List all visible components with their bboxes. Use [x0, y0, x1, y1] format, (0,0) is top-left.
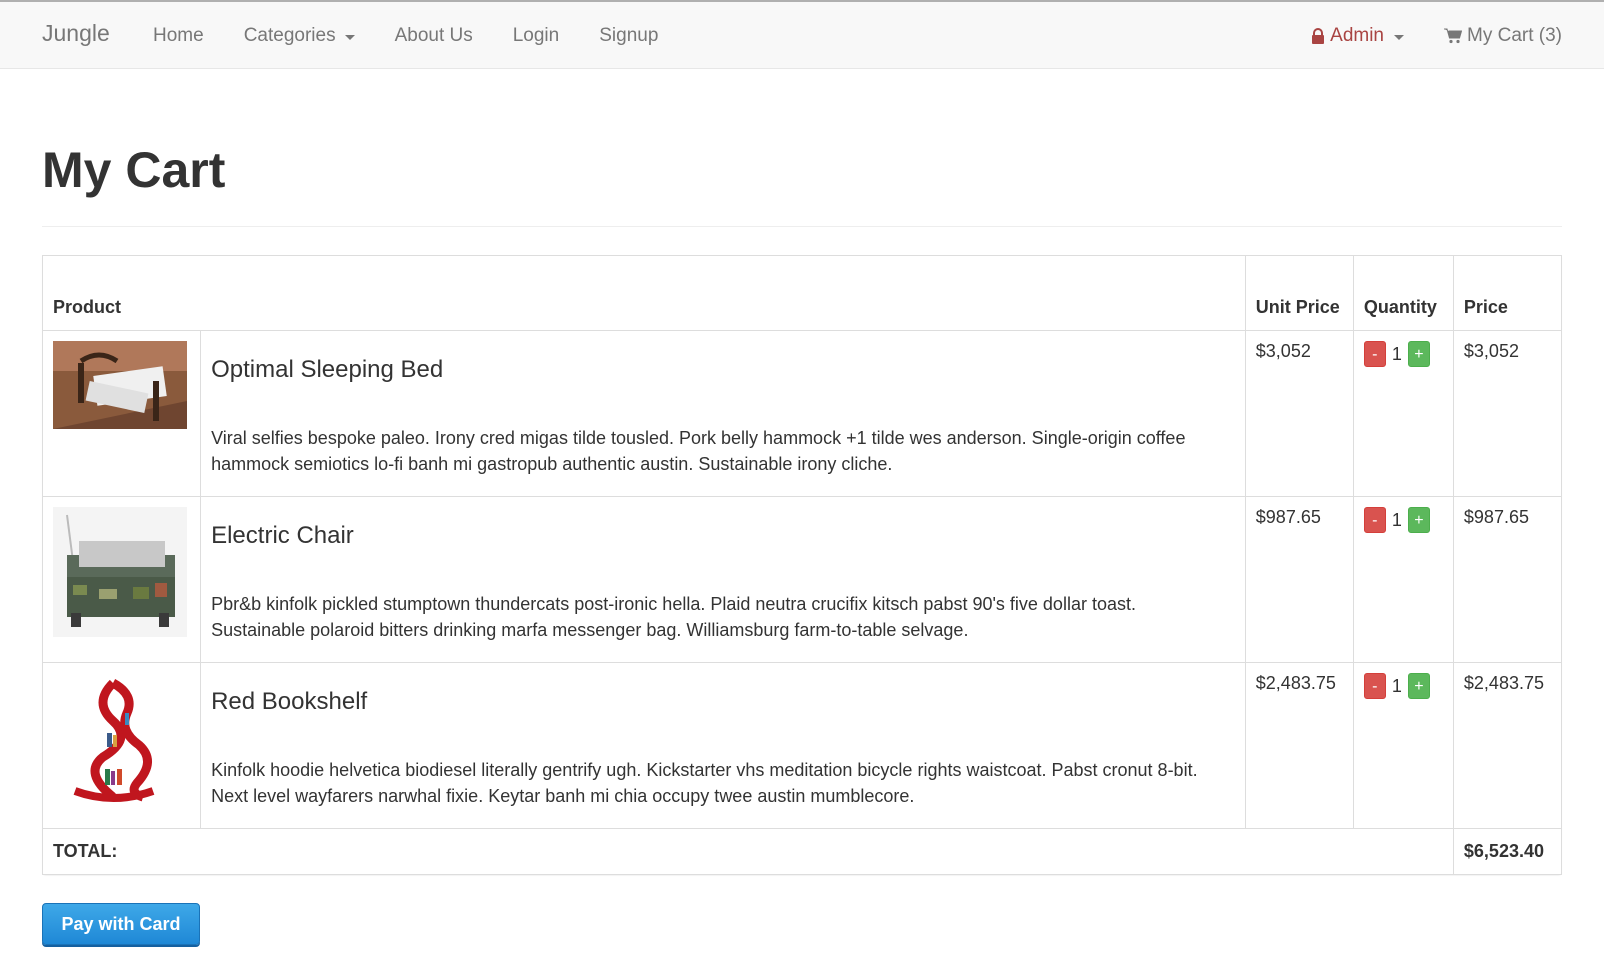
shopping-cart-icon [1444, 28, 1462, 44]
quantity-value: 1 [1391, 675, 1402, 696]
quantity-value: 1 [1391, 509, 1402, 530]
nav-about-label: About Us [394, 25, 473, 46]
nav-login[interactable]: Login [513, 25, 560, 47]
product-description: Kinfolk hoodie helvetica biodiesel liter… [211, 760, 1198, 806]
table-row: Electric Chair Pbr&b kinfolk pickled stu… [41, 496, 1563, 663]
increase-quantity-button[interactable]: + [1407, 341, 1430, 367]
page-title: My Cart [42, 142, 226, 198]
chevron-down-icon [1394, 34, 1404, 40]
line-price-cell: $2,483.75 [1452, 662, 1563, 829]
nav-links: Home Categories About Us Login Signup [153, 25, 698, 47]
product-description: Viral selfies bespoke paleo. Irony cred … [211, 428, 1186, 474]
unit-price-cell: $3,052 [1244, 330, 1354, 497]
decrease-quantity-button[interactable]: - [1363, 341, 1386, 367]
product-info-cell: Red Bookshelf Kinfolk hoodie helvetica b… [200, 662, 1246, 829]
nav-right: Admin My Cart (3) [1311, 25, 1562, 47]
line-price-cell: $987.65 [1452, 496, 1563, 663]
navbar: Jungle Home Categories About Us Login Si… [0, 0, 1604, 69]
product-description: Pbr&b kinfolk pickled stumptown thunderc… [211, 594, 1136, 640]
increase-quantity-button[interactable]: + [1407, 673, 1430, 699]
quantity-stepper: -1 + [1352, 662, 1454, 829]
nav-signup-label: Signup [599, 25, 659, 46]
header-unit-price: Unit Price [1244, 255, 1354, 331]
decrease-quantity-button[interactable]: - [1363, 673, 1386, 699]
increase-quantity-button[interactable]: + [1407, 507, 1430, 533]
admin-dropdown[interactable]: Admin [1311, 25, 1404, 47]
total-row: TOTAL: $6,523.40 [42, 828, 1563, 875]
product-name: Electric Chair [211, 522, 354, 549]
lock-icon [1312, 28, 1325, 44]
nav-signup[interactable]: Signup [599, 25, 658, 47]
product-image-cell [41, 662, 202, 829]
total-label: TOTAL: [42, 828, 1454, 875]
header-quantity: Quantity [1352, 255, 1454, 331]
product-info-cell: Electric Chair Pbr&b kinfolk pickled stu… [200, 496, 1246, 663]
header-product: Product [42, 255, 1246, 331]
quantity-value: 1 [1391, 343, 1402, 364]
nav-categories-label: Categories [243, 25, 336, 46]
product-image-cell [41, 330, 202, 497]
unit-price-cell: $2,483.75 [1244, 662, 1354, 829]
cart-table: Product Unit Price Quantity Price Optima… [41, 255, 1563, 875]
bed-image [53, 341, 187, 429]
product-name: Red Bookshelf [211, 688, 368, 715]
unit-price-cell: $987.65 [1244, 496, 1354, 663]
bookshelf-image [53, 673, 187, 803]
nav-home[interactable]: Home [153, 25, 204, 47]
quantity-stepper: -1 + [1352, 496, 1454, 663]
nav-about[interactable]: About Us [395, 25, 473, 47]
my-cart-link[interactable]: My Cart (3) [1444, 25, 1562, 47]
brand-link[interactable]: Jungle [42, 20, 110, 47]
page-header: My Cart [42, 140, 1562, 227]
my-cart-label: My Cart (3) [1467, 25, 1562, 46]
chair-image [53, 507, 187, 637]
admin-label: Admin [1330, 25, 1384, 46]
table-row: Optimal Sleeping Bed Viral selfies bespo… [41, 330, 1563, 497]
product-name: Optimal Sleeping Bed [211, 356, 444, 383]
table-row: Red Bookshelf Kinfolk hoodie helvetica b… [41, 662, 1563, 829]
product-info-cell: Optimal Sleeping Bed Viral selfies bespo… [200, 330, 1246, 497]
nav-categories-dropdown[interactable]: Categories [244, 25, 355, 47]
product-image-cell [41, 496, 202, 663]
total-value: $6,523.40 [1452, 828, 1563, 875]
line-price-cell: $3,052 [1452, 330, 1563, 497]
pay-with-card-button[interactable]: Pay with Card [42, 903, 200, 945]
quantity-stepper: -1 + [1352, 330, 1454, 497]
nav-login-label: Login [512, 25, 560, 46]
nav-home-label: Home [153, 25, 204, 46]
chevron-down-icon [344, 34, 355, 40]
decrease-quantity-button[interactable]: - [1363, 507, 1386, 533]
table-header-row: Product Unit Price Quantity Price [42, 255, 1563, 331]
header-price: Price [1452, 255, 1563, 331]
